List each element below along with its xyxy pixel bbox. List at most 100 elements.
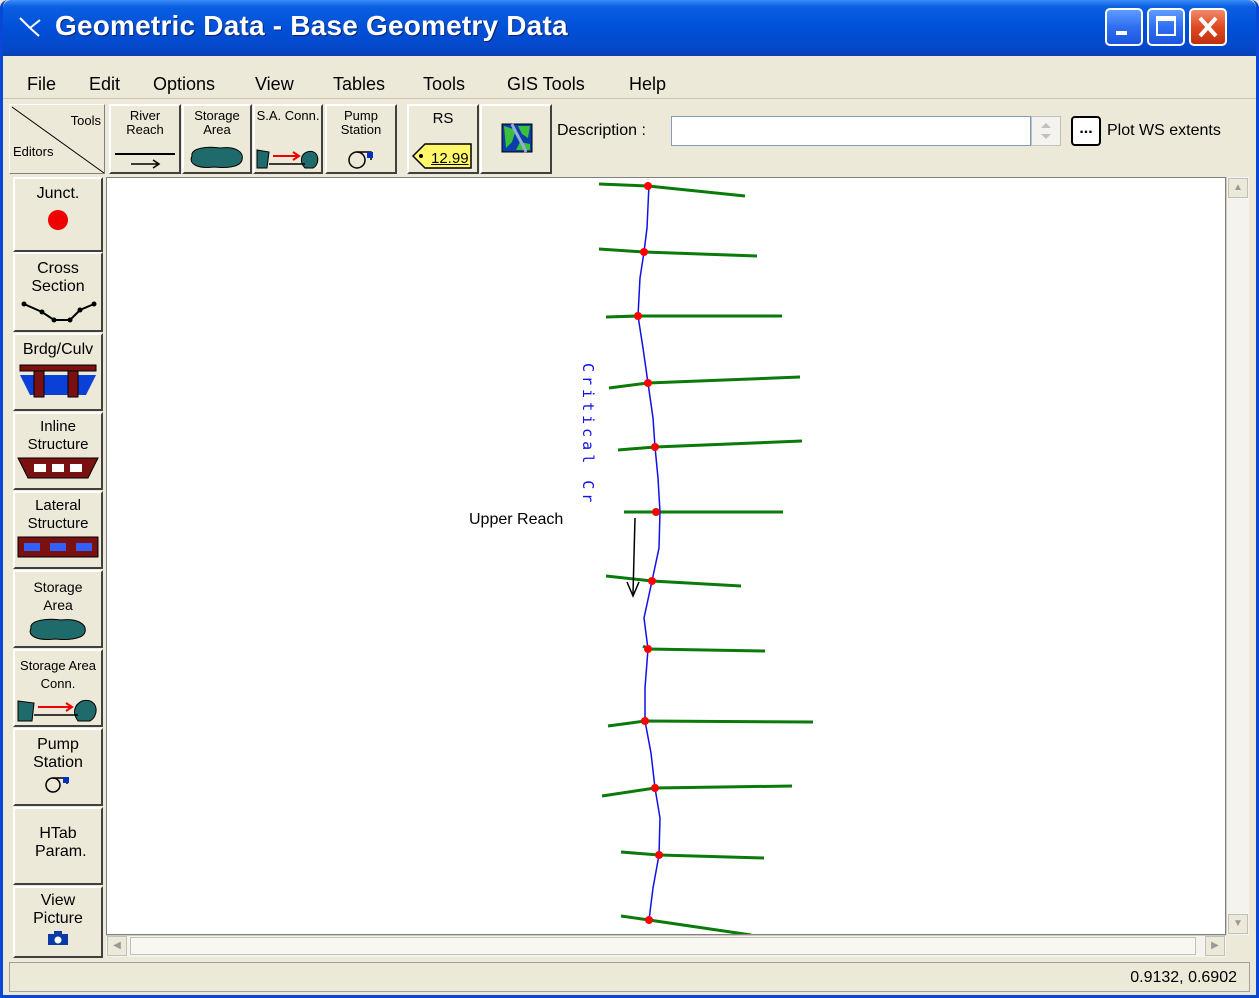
storage-area-conn-icon bbox=[17, 699, 97, 722]
maximize-button[interactable] bbox=[1147, 8, 1185, 46]
description-label: Description : bbox=[557, 122, 646, 139]
sa-conn-label: S.A. Conn. bbox=[256, 108, 320, 123]
description-dots-button[interactable]: ... bbox=[1071, 116, 1101, 146]
pump-station-editor-label: Pump Station bbox=[33, 736, 83, 771]
title-bar[interactable]: Geometric Data - Base Geometry Data bbox=[3, 0, 1256, 56]
description-spinner[interactable] bbox=[1031, 116, 1061, 146]
menu-file[interactable]: File bbox=[27, 74, 56, 95]
status-bar: 0.9132, 0.6902 bbox=[9, 962, 1250, 992]
description-input[interactable] bbox=[671, 116, 1031, 146]
rs-tool[interactable]: RS 12.99 bbox=[407, 104, 479, 174]
cross-section-line[interactable] bbox=[598, 182, 746, 198]
main-window: Geometric Data - Base Geometry Data File… bbox=[0, 0, 1259, 998]
cross-section-line[interactable] bbox=[607, 719, 814, 728]
menu-gis-tools[interactable]: GIS Tools bbox=[507, 74, 585, 95]
scroll-up-arrow-icon[interactable]: ▲ bbox=[1228, 178, 1248, 198]
storage-area-conn-editor-button[interactable]: Storage Area Conn. bbox=[13, 649, 103, 727]
menu-tables[interactable]: Tables bbox=[333, 74, 385, 95]
menu-tools[interactable]: Tools bbox=[423, 74, 465, 95]
lateral-structure-icon bbox=[17, 536, 99, 558]
tools-editors-corner: Tools Editors bbox=[9, 104, 105, 174]
cross-section-line[interactable] bbox=[608, 375, 801, 390]
flow-direction-arrow bbox=[626, 517, 640, 598]
plot-ws-extents-label[interactable]: Plot WS extents bbox=[1107, 122, 1221, 140]
inline-structure-icon bbox=[17, 457, 99, 479]
menu-options[interactable]: Options bbox=[153, 74, 215, 95]
app-icon bbox=[19, 17, 41, 37]
cross-section-line[interactable] bbox=[617, 439, 803, 452]
minimize-button[interactable] bbox=[1105, 8, 1143, 46]
river-reach-icon bbox=[115, 153, 175, 169]
scroll-down-arrow-icon[interactable]: ▼ bbox=[1228, 914, 1248, 934]
menu-help[interactable]: Help bbox=[629, 74, 666, 95]
cross-section-line[interactable] bbox=[605, 314, 782, 319]
spinner-arrows-icon bbox=[1041, 123, 1051, 139]
junction-editor-button[interactable]: Junct. bbox=[13, 177, 103, 252]
cursor-coordinates: 0.9132, 0.6902 bbox=[1130, 969, 1237, 986]
geometry-drawing bbox=[598, 182, 814, 935]
vertical-scrollbar[interactable]: ▲ ▼ bbox=[1226, 177, 1249, 935]
rs-tag-value: 12.99 bbox=[431, 150, 469, 167]
bridge-icon bbox=[19, 364, 97, 398]
bridge-culvert-label: Brdg/Culv bbox=[22, 341, 94, 358]
background-map-tool[interactable] bbox=[480, 104, 552, 174]
river-centerline[interactable] bbox=[637, 183, 661, 921]
cross-section-line[interactable] bbox=[598, 247, 758, 258]
cross-section-line[interactable] bbox=[601, 784, 793, 798]
cross-section-line[interactable] bbox=[620, 914, 752, 935]
map-icon bbox=[501, 123, 533, 153]
storage-area-conn-label: Storage Area Conn. bbox=[20, 658, 96, 691]
horizontal-scroll-thumb[interactable] bbox=[130, 937, 1196, 955]
cross-section-editor-button[interactable]: Cross Section bbox=[13, 252, 103, 332]
pump-station-editor-icon bbox=[45, 777, 69, 793]
pump-icon bbox=[348, 151, 373, 169]
sa-conn-icon bbox=[256, 149, 319, 169]
storage-area-editor-label: Storage Area bbox=[33, 579, 83, 613]
horizontal-scrollbar[interactable]: ◀ ▶ bbox=[106, 935, 1226, 957]
river-name-label: Critical Cr bbox=[579, 363, 597, 507]
rs-label: RS bbox=[432, 110, 454, 127]
inline-structure-editor-button[interactable]: Inline Structure bbox=[13, 412, 103, 490]
inline-structure-label: Inline Structure bbox=[27, 418, 89, 453]
geometry-canvas[interactable]: Critical Cr Upper Reach bbox=[106, 177, 1226, 935]
corner-tools-label: Tools bbox=[70, 113, 101, 128]
storage-area-icon bbox=[190, 146, 243, 168]
view-picture-label: View Picture bbox=[33, 892, 83, 927]
pump-station-editor-button[interactable]: Pump Station bbox=[13, 728, 103, 806]
pump-station-label: Pump Station bbox=[340, 108, 382, 137]
cross-section-line[interactable] bbox=[642, 644, 766, 653]
river-reach-label: River Reach bbox=[126, 108, 164, 137]
lateral-structure-editor-button[interactable]: Lateral Structure bbox=[13, 491, 103, 569]
htab-param-editor-button[interactable]: HTab Param. bbox=[13, 807, 103, 885]
minimize-icon bbox=[1116, 31, 1127, 35]
storage-area-editor-button[interactable]: Storage Area bbox=[13, 570, 103, 648]
bridge-culvert-editor-button[interactable]: Brdg/Culv bbox=[13, 333, 103, 411]
cross-sections bbox=[598, 182, 814, 935]
view-picture-editor-button[interactable]: View Picture bbox=[13, 886, 103, 958]
close-icon bbox=[1198, 16, 1218, 38]
corner-editors-label: Editors bbox=[13, 144, 54, 159]
cross-section-label: Cross Section bbox=[31, 260, 85, 295]
cross-section-icon bbox=[21, 301, 97, 323]
camera-icon bbox=[48, 931, 68, 945]
htab-param-label: HTab Param. bbox=[35, 825, 87, 860]
storage-area-editor-icon bbox=[29, 618, 86, 640]
close-button[interactable] bbox=[1189, 8, 1227, 46]
reach-name-label: Upper Reach bbox=[469, 511, 564, 528]
junction-icon bbox=[48, 210, 68, 230]
lateral-structure-label: Lateral Structure bbox=[27, 497, 89, 532]
window-title: Geometric Data - Base Geometry Data bbox=[55, 10, 568, 41]
pump-station-tool[interactable]: Pump Station bbox=[325, 104, 397, 174]
scroll-right-arrow-icon[interactable]: ▶ bbox=[1205, 936, 1225, 956]
menu-edit[interactable]: Edit bbox=[89, 74, 120, 95]
scroll-left-arrow-icon[interactable]: ◀ bbox=[107, 936, 127, 956]
storage-area-tool[interactable]: Storage Area bbox=[182, 104, 252, 174]
junction-label: Junct. bbox=[36, 185, 80, 202]
river-reach-tool[interactable]: River Reach bbox=[109, 104, 181, 174]
storage-area-label: Storage Area bbox=[194, 108, 240, 137]
cross-section-line[interactable] bbox=[605, 574, 742, 588]
maximize-icon bbox=[1156, 16, 1176, 36]
menu-view[interactable]: View bbox=[255, 74, 294, 95]
cross-section-line[interactable] bbox=[620, 850, 765, 860]
sa-conn-tool[interactable]: S.A. Conn. bbox=[253, 104, 323, 174]
